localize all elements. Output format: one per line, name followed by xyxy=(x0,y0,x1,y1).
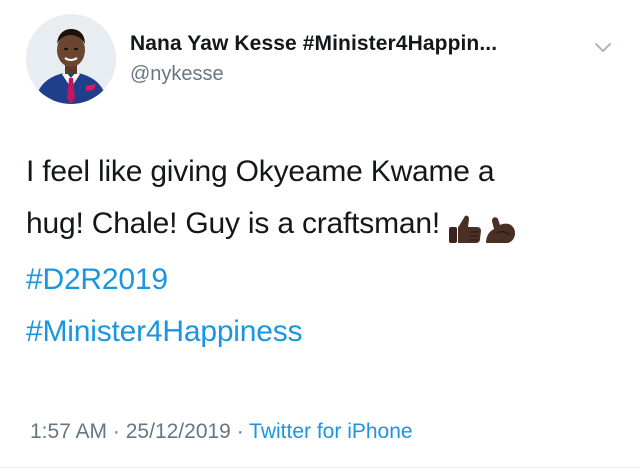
tweet-text-segment: hug! Chale! Guy is a craftsman! xyxy=(26,207,440,240)
flexed-biceps-icon xyxy=(486,217,516,244)
hashtag-link[interactable]: #D2R2019 xyxy=(26,254,616,306)
display-name[interactable]: Nana Yaw Kesse #Minister4Happin... xyxy=(130,30,590,58)
thumbs-up-icon xyxy=(449,215,481,244)
tweet-header: Nana Yaw Kesse #Minister4Happin... @nyke… xyxy=(130,30,590,88)
tweet-meta: 1:57 AM · 25/12/2019 · Twitter for iPhon… xyxy=(30,420,413,444)
meta-separator: · xyxy=(236,420,244,443)
tweet-card: Nana Yaw Kesse #Minister4Happin... @nyke… xyxy=(0,0,640,473)
tweet-text-line: I feel like giving Okyeame Kwame a xyxy=(26,155,495,188)
tweet-source-link[interactable]: Twitter for iPhone xyxy=(249,420,412,443)
user-handle[interactable]: @nykesse xyxy=(130,60,590,88)
avatar[interactable] xyxy=(26,14,116,104)
meta-separator: · xyxy=(112,420,120,443)
tweet-text-line: hug! Chale! Guy is a craftsman! xyxy=(26,198,616,254)
hashtag-link[interactable]: #Minister4Happiness xyxy=(26,306,616,358)
tweet-date[interactable]: 25/12/2019 xyxy=(126,420,231,443)
emoji-group xyxy=(446,202,518,254)
avatar-photo xyxy=(26,14,116,104)
tweet-time[interactable]: 1:57 AM xyxy=(30,420,107,443)
chevron-down-icon[interactable] xyxy=(592,38,614,56)
divider xyxy=(0,467,640,468)
tweet-text: I feel like giving Okyeame Kwame a hug! … xyxy=(26,146,616,358)
